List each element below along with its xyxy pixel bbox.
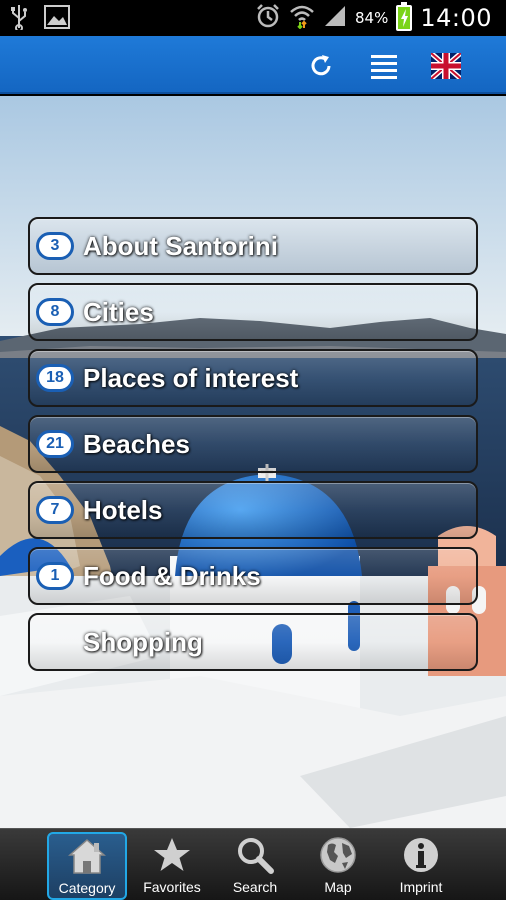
tab-imprint[interactable]: Imprint [381,833,461,899]
list-icon [371,55,397,79]
category-item-about-santorini[interactable]: 3 About Santorini [28,217,478,275]
tab-favorites[interactable]: Favorites [132,833,212,899]
count-badge: 7 [36,496,74,524]
category-label: Shopping [83,627,203,657]
category-label: Hotels [83,495,163,525]
count-badge: 3 [36,232,74,260]
category-label: About Santorini [83,231,278,261]
tab-label: Imprint [399,879,443,895]
category-item-food-drinks[interactable]: 1 Food & Drinks [28,547,478,605]
star-icon [149,833,195,877]
bottom-tab-bar: Category Favorites Search Map Imprint [0,828,506,900]
category-item-hotels[interactable]: 7 Hotels [28,481,478,539]
category-item-cities[interactable]: 8 Cities [28,283,478,341]
tab-search[interactable]: Search [215,833,295,899]
signal-icon [323,4,347,33]
category-item-shopping[interactable]: Shopping [28,613,478,671]
category-label: Beaches [83,429,190,459]
tab-label: Favorites [143,879,201,895]
list-button[interactable] [364,46,404,86]
count-badge: 18 [36,364,74,392]
count-badge: 1 [36,562,74,590]
info-icon [398,833,444,877]
clock: 14:00 [420,4,492,32]
category-label: Places of interest [83,363,299,393]
wifi-icon [289,3,315,34]
tab-label: Map [324,879,352,895]
home-icon [64,834,110,878]
tab-label: Search [232,879,278,895]
tab-label: Category [58,880,116,896]
action-bar [0,36,506,94]
category-list: 3 About Santorini 8 Cities 18 Places of … [28,217,478,679]
refresh-button[interactable] [301,46,341,86]
battery-icon [396,2,413,31]
tab-map[interactable]: Map [298,833,378,899]
category-item-beaches[interactable]: 21 Beaches [28,415,478,473]
magnifier-icon [232,833,278,877]
image-icon [44,5,70,34]
usb-icon [10,4,28,35]
battery-percent: 84% [354,9,389,27]
uk-flag-icon [431,53,461,79]
count-badge: 21 [36,430,74,458]
globe-icon [315,833,361,877]
category-label: Cities [83,297,154,327]
status-bar: 84% 14:00 [0,0,506,36]
language-button[interactable] [426,46,466,86]
count-badge: 8 [36,298,74,326]
category-item-places-of-interest[interactable]: 18 Places of interest [28,349,478,407]
alarm-icon [255,3,281,34]
refresh-icon [311,55,331,76]
tab-category[interactable]: Category [47,832,127,900]
category-label: Food & Drinks [83,561,261,591]
